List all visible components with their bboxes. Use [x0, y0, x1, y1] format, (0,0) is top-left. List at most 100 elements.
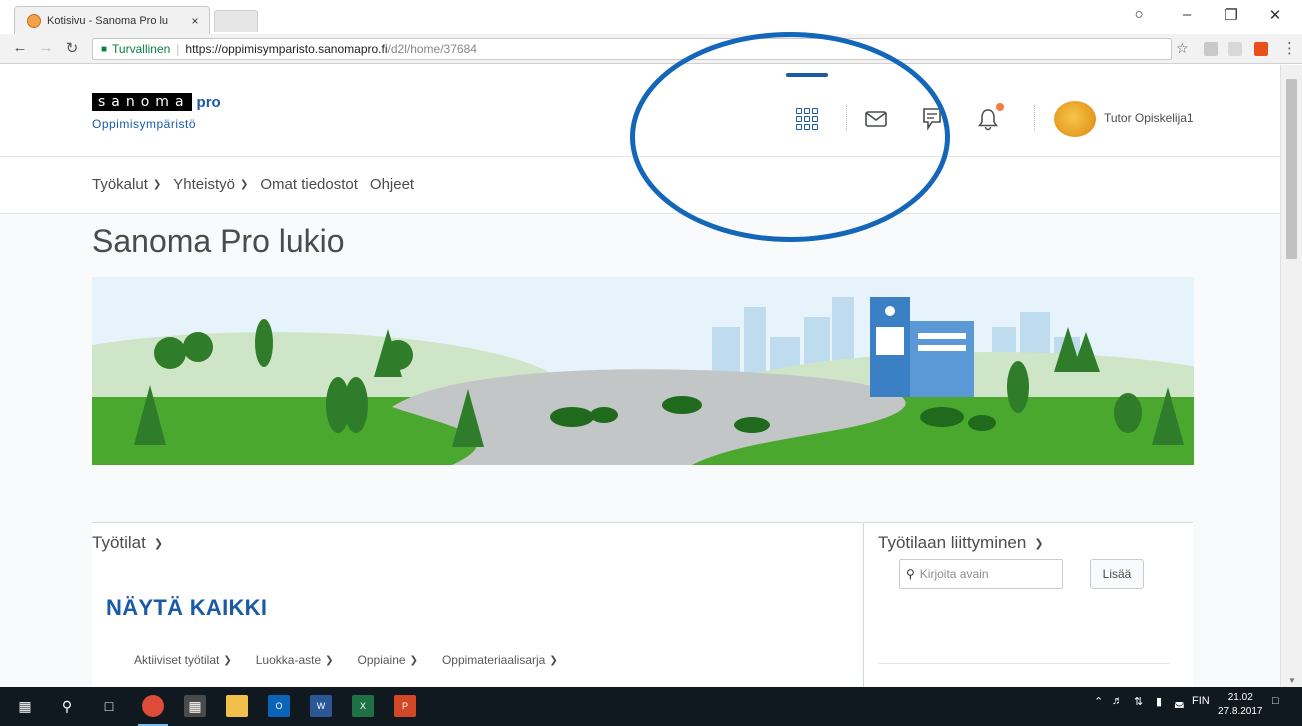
workspaces-title[interactable]: Työtilat ❯ [92, 533, 163, 553]
join-workspace-title[interactable]: Työtilaan liittyminen ❯ [878, 533, 1044, 553]
maximize-icon[interactable]: ❐ [1214, 6, 1248, 24]
tab-close-icon[interactable]: × [187, 14, 203, 28]
tray-chevron-up-icon[interactable]: ⌃ [1094, 695, 1103, 708]
nav-item-label: Ohjeet [369, 176, 415, 193]
workspace-filters: Aktiiviset työtilat ❯ Luokka-aste ❯ Oppi… [134, 653, 582, 667]
clock-time: 21.02 [1227, 692, 1253, 703]
taskbar-clock[interactable]: 21.02 27.8.2017 [1218, 691, 1263, 719]
task-view-icon[interactable]: □ [98, 695, 120, 717]
site-header: sanoma pro Oppimisympäristö Tutor Opiske… [0, 65, 1280, 157]
language-indicator[interactable]: FIN [1192, 695, 1210, 707]
office-extension-icon[interactable] [1254, 42, 1268, 56]
browser-toolbar: ← → ↻ ■ Turvallinen | https://oppimisymp… [0, 34, 1302, 64]
secure-label: Turvallinen [112, 42, 171, 56]
browser-tab[interactable]: Kotisivu - Sanoma Pro lu × [14, 6, 210, 34]
calculator-icon[interactable]: ▦ [184, 695, 206, 717]
header-separator [1034, 105, 1035, 131]
mail-icon[interactable] [862, 107, 890, 131]
chrome-menu-icon[interactable]: ⋮ [1282, 39, 1297, 57]
nav-item-label: Omat tiedostot [260, 176, 358, 193]
close-window-icon[interactable]: ✕ [1258, 6, 1292, 24]
filter-label: Oppimateriaalisarja [441, 653, 546, 667]
scrollbar-thumb[interactable] [1286, 79, 1297, 259]
scroll-down-arrow-icon[interactable]: ▼ [1288, 676, 1296, 685]
waffle-grid-icon[interactable] [794, 107, 820, 131]
sanoma-favicon-icon [27, 13, 41, 28]
address-bar[interactable]: ■ Turvallinen | https://oppimisymparisto… [92, 38, 1172, 60]
join-workspace-widget: Työtilaan liittyminen ❯ ⚲ Kirjoita avain… [863, 522, 1193, 692]
filter-material-series[interactable]: Oppimateriaalisarja ❯ [442, 653, 558, 667]
chevron-down-icon: ❯ [239, 179, 249, 190]
logo-wordmark: sanoma [92, 93, 192, 111]
chevron-down-icon: ❯ [409, 654, 418, 666]
excel-icon[interactable]: X [352, 695, 374, 717]
lock-icon: ■ [101, 43, 108, 55]
chevron-down-icon: ❯ [549, 654, 558, 666]
forward-icon[interactable]: → [36, 39, 56, 56]
widget-divider [878, 663, 1170, 664]
wifi-icon[interactable]: ◛ [1174, 695, 1185, 708]
logo-pro-text: pro [196, 93, 221, 111]
nav-item-collaboration[interactable]: Yhteistyö ❯ [173, 176, 248, 193]
word-icon[interactable]: W [310, 695, 332, 717]
tab-title: Kotisivu - Sanoma Pro lu [47, 14, 169, 27]
powerpoint-icon[interactable]: P [394, 695, 416, 717]
nav-item-label: Työkalut [92, 176, 148, 193]
add-button[interactable]: Lisää [1090, 559, 1144, 589]
sync-icon[interactable]: ⇅ [1134, 695, 1143, 708]
filter-label: Oppiaine [357, 653, 406, 667]
sanoma-pro-logo[interactable]: sanoma pro Oppimisympäristö [92, 93, 221, 131]
reload-icon[interactable]: ↻ [62, 39, 82, 57]
clock-date: 27.8.2017 [1218, 706, 1263, 717]
cast-extension-icon[interactable] [1228, 42, 1242, 56]
pdf-extension-icon[interactable] [1204, 42, 1218, 56]
search-icon[interactable]: ⚲ [56, 695, 78, 717]
new-tab-button[interactable] [214, 10, 258, 32]
main-nav: Työkalut ❯ Yhteistyö ❯ Omat tiedostot Oh… [0, 158, 1280, 214]
url-path: /d2l/home/37684 [387, 42, 477, 56]
chevron-down-icon: ❯ [152, 179, 162, 190]
avatar[interactable] [1054, 101, 1096, 137]
filter-subject[interactable]: Oppiaine ❯ [358, 653, 418, 667]
nav-item-tools[interactable]: Työkalut ❯ [92, 176, 161, 193]
address-separator: | [176, 42, 180, 56]
filter-active-workspaces[interactable]: Aktiiviset työtilat ❯ [134, 653, 232, 667]
filter-grade-level[interactable]: Luokka-aste ❯ [256, 653, 334, 667]
browser-tab-strip: Kotisivu - Sanoma Pro lu × ○ – ❐ ✕ [0, 0, 1302, 34]
minimize-icon[interactable]: – [1170, 6, 1204, 23]
chevron-down-icon: ❯ [325, 654, 334, 666]
volume-icon[interactable]: ♬ [1112, 695, 1123, 707]
bookmark-star-icon[interactable]: ☆ [1176, 40, 1189, 57]
windows-taskbar: ▦ ⚲ □ ▦ O W X P ⌃ ♬ ⇅ ▮ ◛ FIN 21.02 27.8… [0, 687, 1302, 726]
chevron-down-icon: ❯ [1034, 537, 1044, 550]
page-content: Sanoma Pro lukio Työtilat ❯ NÄYTÄ KAIKKI… [0, 215, 1280, 692]
notification-center-icon[interactable]: □ [1272, 695, 1279, 707]
back-icon[interactable]: ← [10, 39, 30, 56]
active-indicator [786, 73, 828, 77]
file-explorer-icon[interactable] [226, 695, 248, 717]
chat-icon[interactable] [918, 107, 946, 131]
header-separator [846, 105, 847, 131]
windows-start-icon[interactable]: ▦ [14, 695, 36, 717]
profile-icon[interactable]: ○ [1122, 6, 1156, 23]
nav-item-help[interactable]: Ohjeet [370, 176, 414, 193]
chevron-down-icon: ❯ [223, 654, 232, 666]
notification-dot [996, 103, 1004, 111]
show-all-link[interactable]: NÄYTÄ KAIKKI [106, 595, 267, 621]
workspaces-widget: Työtilat ❯ NÄYTÄ KAIKKI Aktiiviset työti… [92, 522, 862, 692]
filter-label: Aktiiviset työtilat [134, 653, 220, 667]
page-title: Sanoma Pro lukio [92, 223, 345, 259]
workspaces-title-text: Työtilat [92, 533, 146, 552]
chevron-down-icon: ❯ [153, 537, 164, 550]
enrollment-key-input[interactable]: ⚲ Kirjoita avain [899, 559, 1063, 589]
battery-icon[interactable]: ▮ [1156, 695, 1162, 708]
page-scrollbar[interactable]: ▼ [1280, 65, 1302, 687]
nav-item-label: Yhteistyö [173, 176, 235, 193]
key-icon: ⚲ [906, 567, 915, 581]
logo-subtitle: Oppimisympäristö [92, 117, 197, 131]
outlook-icon[interactable]: O [268, 695, 290, 717]
user-name[interactable]: Tutor Opiskelija1 [1104, 111, 1194, 125]
nav-item-my-files[interactable]: Omat tiedostot [260, 176, 358, 193]
school-banner-image [92, 277, 1194, 465]
chrome-taskbar-icon[interactable] [142, 695, 164, 717]
